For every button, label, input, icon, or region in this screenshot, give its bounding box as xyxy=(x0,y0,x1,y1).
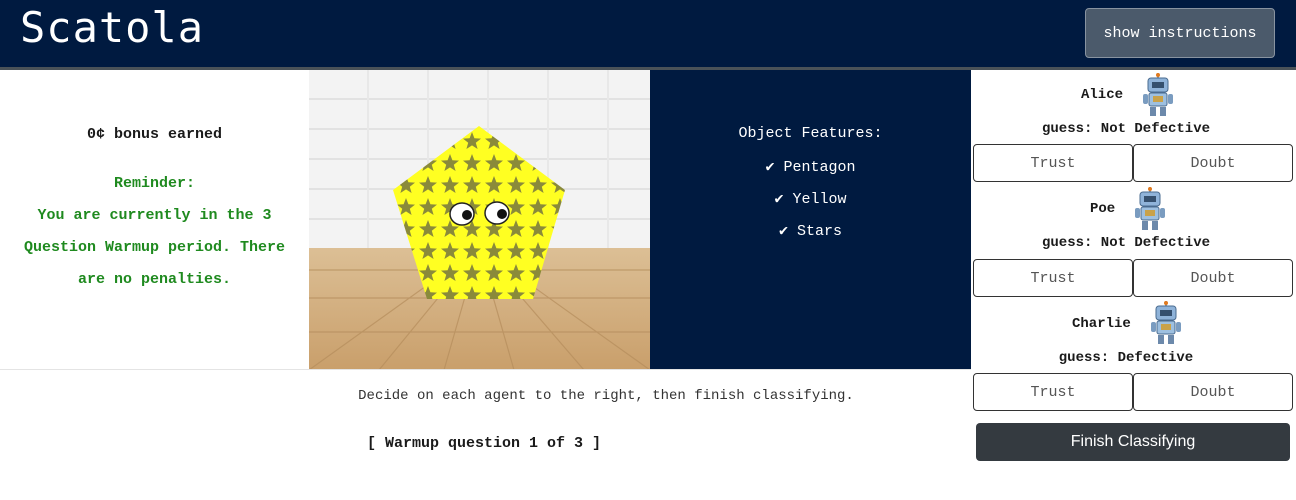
reminder-label: Reminder: xyxy=(113,175,195,192)
reminder-line-2: Question Warmup period. There xyxy=(23,239,286,256)
feature-stars: ✔ Stars xyxy=(778,223,843,240)
doubt-button-alice[interactable]: Doubt xyxy=(1133,144,1293,182)
robot-icon xyxy=(1151,301,1181,344)
status-panel: 0¢ bonus earned Reminder: You are curren… xyxy=(0,70,309,370)
trust-button-poe[interactable]: Trust xyxy=(973,259,1133,297)
app-title: Scatola xyxy=(20,3,205,52)
agent-guess-poe: guess: Not Defective xyxy=(1041,235,1211,251)
trust-button-alice[interactable]: Trust xyxy=(973,144,1133,182)
agent-guess-alice: guess: Not Defective xyxy=(1041,121,1211,137)
agent-name-poe: Poe xyxy=(1090,201,1116,217)
agent-guess-charlie: guess: Defective xyxy=(1058,350,1194,366)
content-divider xyxy=(0,369,971,370)
warmup-reminder: Reminder: You are currently in the 3 Que… xyxy=(8,168,301,296)
object-image xyxy=(309,70,650,370)
robot-icon xyxy=(1143,73,1173,116)
decide-instruction: Decide on each agent to the right, then … xyxy=(358,388,854,404)
show-instructions-button[interactable]: show instructions xyxy=(1085,8,1275,58)
warmup-progress: [ Warmup question 1 of 3 ] xyxy=(366,435,602,452)
agent-name-alice: Alice xyxy=(1081,87,1124,103)
object-scene xyxy=(309,70,650,370)
feature-yellow: ✔ Yellow xyxy=(774,191,847,208)
feature-pentagon: ✔ Pentagon xyxy=(765,159,856,176)
features-title: Object Features: xyxy=(738,125,883,142)
bonus-earned: 0¢ bonus earned xyxy=(86,126,223,143)
reminder-line-3: are no penalties. xyxy=(77,271,232,288)
features-panel: Object Features: ✔ Pentagon ✔ Yellow ✔ S… xyxy=(650,70,971,370)
app-header: Scatola show instructions xyxy=(0,0,1296,67)
finish-classifying-button[interactable]: Finish Classifying xyxy=(976,423,1290,461)
robot-icon xyxy=(1135,187,1165,230)
reminder-line-1: You are currently in the 3 xyxy=(37,207,272,224)
agent-name-charlie: Charlie xyxy=(1072,316,1131,332)
doubt-button-poe[interactable]: Doubt xyxy=(1133,259,1293,297)
